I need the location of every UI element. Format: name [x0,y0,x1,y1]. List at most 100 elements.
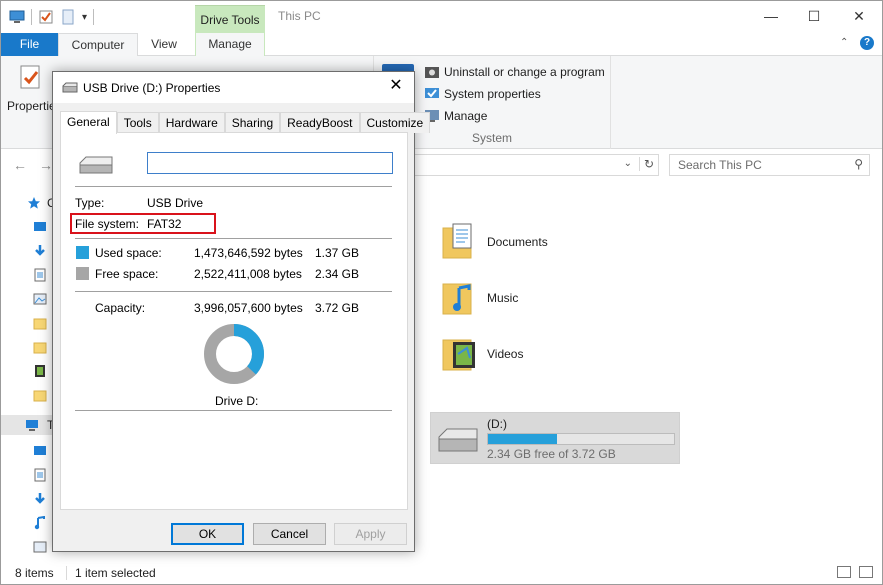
new-folder-icon[interactable] [60,9,76,25]
drive-name-input[interactable] [147,152,393,174]
free-space-swatch [76,267,89,280]
file-system-highlight-box [70,213,216,234]
free-space-gb: 2.34 GB [314,267,359,281]
uninstall-label: Uninstall or change a program [444,65,605,79]
desktop-icon[interactable] [33,220,47,234]
capacity-bytes: 3,996,057,600 bytes [194,301,303,315]
folder-videos[interactable]: Videos [441,334,523,374]
downloads-icon[interactable] [33,244,47,258]
documents-folder-icon [442,223,472,259]
ok-button[interactable]: OK [171,523,244,545]
tab-file[interactable]: File [1,33,58,56]
documents-icon[interactable] [33,268,47,282]
tab-manage[interactable]: Manage [195,33,265,56]
item-count: 8 items [15,566,54,580]
folder-label: Music [487,291,519,305]
desktop-icon[interactable] [33,444,47,458]
address-dropdown-icon[interactable]: ⌄ [624,158,632,169]
drive-usage-bar [487,433,675,445]
used-space-label: Used space: [95,246,162,260]
capacity-label: Capacity: [95,301,146,315]
help-icon[interactable]: ? [860,36,874,50]
qat-divider [93,9,95,25]
forward-arrow-icon[interactable]: → [39,157,53,173]
usb-drive-icon [438,428,478,452]
minimize-button[interactable]: — [761,6,781,26]
divider [75,186,392,187]
search-input[interactable]: Search This PC ⚲ [669,154,870,176]
status-divider [66,566,67,580]
details-view-icon[interactable] [837,566,851,578]
tab-tools[interactable]: Tools [116,112,159,133]
system-properties-label: System properties [444,87,541,101]
downloads-icon[interactable] [33,492,47,506]
drive-name: (D:) [487,417,507,431]
collapse-ribbon-icon[interactable]: ⌃ [840,37,852,49]
divider [75,238,392,239]
qat-dropdown-icon[interactable]: ▾ [82,12,87,23]
computer-icon[interactable] [9,9,25,25]
pictures-icon[interactable] [33,292,47,306]
drive-letter-label: Drive D: [215,394,259,408]
back-arrow-icon[interactable]: ← [13,157,27,173]
folder-documents[interactable]: Documents [441,222,548,262]
quick-access-toolbar: ▾ [9,9,95,25]
tab-hardware[interactable]: Hardware [158,112,225,133]
search-icon[interactable]: ⚲ [854,157,863,171]
uninstall-program-button[interactable]: Uninstall or change a program [424,64,605,80]
capacity-gb: 3.72 GB [314,301,359,315]
tab-customize[interactable]: Customize [359,112,431,133]
status-bar: 8 items 1 item selected [1,562,882,584]
system-properties-button[interactable]: System properties [424,86,541,102]
tab-view[interactable]: View [141,33,187,56]
type-label: Type: [75,196,105,210]
manage-computer-button[interactable]: Manage [424,108,487,124]
uninstall-icon [425,67,439,78]
pictures-icon[interactable] [33,540,47,554]
folder-icon[interactable] [33,340,47,354]
type-value: USB Drive [147,196,204,210]
videos-icon[interactable] [33,364,47,378]
general-tab-panel: Type: USB Drive File system: FAT32 Used … [60,132,408,510]
free-space-bytes: 2,522,411,008 bytes [194,267,302,281]
tab-sharing[interactable]: Sharing [224,112,281,133]
divider [75,410,392,411]
selection-count: 1 item selected [75,566,156,580]
dialog-title: USB Drive (D:) Properties [83,81,221,95]
refresh-icon[interactable]: ↻ [638,157,654,171]
used-space-bytes: 1,473,646,592 bytes [194,246,303,260]
tab-general[interactable]: General [60,111,117,134]
manage-label: Manage [444,109,488,123]
tab-readyboost[interactable]: ReadyBoost [280,112,360,133]
folder-music[interactable]: Music [441,278,518,318]
used-space-swatch [76,246,89,259]
properties-icon [20,65,40,89]
disk-usage-donut-chart [204,324,264,384]
this-pc-icon[interactable] [25,418,39,432]
qat-divider [31,9,32,25]
address-bar[interactable]: ⌄ ↻ [411,154,659,176]
window-title: This PC [278,9,321,23]
dialog-tab-strip: General Tools Hardware Sharing ReadyBoos… [60,111,431,134]
cancel-button[interactable]: Cancel [253,523,326,545]
documents-icon[interactable] [33,468,47,482]
folder-icon[interactable] [33,388,47,402]
tab-computer[interactable]: Computer [58,33,138,57]
music-icon[interactable] [33,516,47,530]
properties-button[interactable]: Propertie [7,64,56,113]
folder-icon[interactable] [33,316,47,330]
properties-check-icon[interactable] [38,9,54,25]
system-properties-icon [425,88,439,98]
folder-label: Videos [487,347,524,361]
ribbon-controls: ⌃ ? [840,36,874,50]
used-space-gb: 1.37 GB [314,246,359,260]
drive-usage-fill [488,434,557,444]
apply-button[interactable]: Apply [334,523,407,545]
quick-access-star-icon[interactable] [27,196,41,210]
maximize-button[interactable]: ☐ [804,6,824,26]
music-folder-icon [442,283,472,315]
large-icons-view-icon[interactable] [859,566,873,578]
drive-d-tile[interactable]: (D:) 2.34 GB free of 3.72 GB [430,412,680,464]
close-button[interactable]: ✕ [849,6,869,26]
dialog-close-icon[interactable]: ✕ [386,76,406,96]
